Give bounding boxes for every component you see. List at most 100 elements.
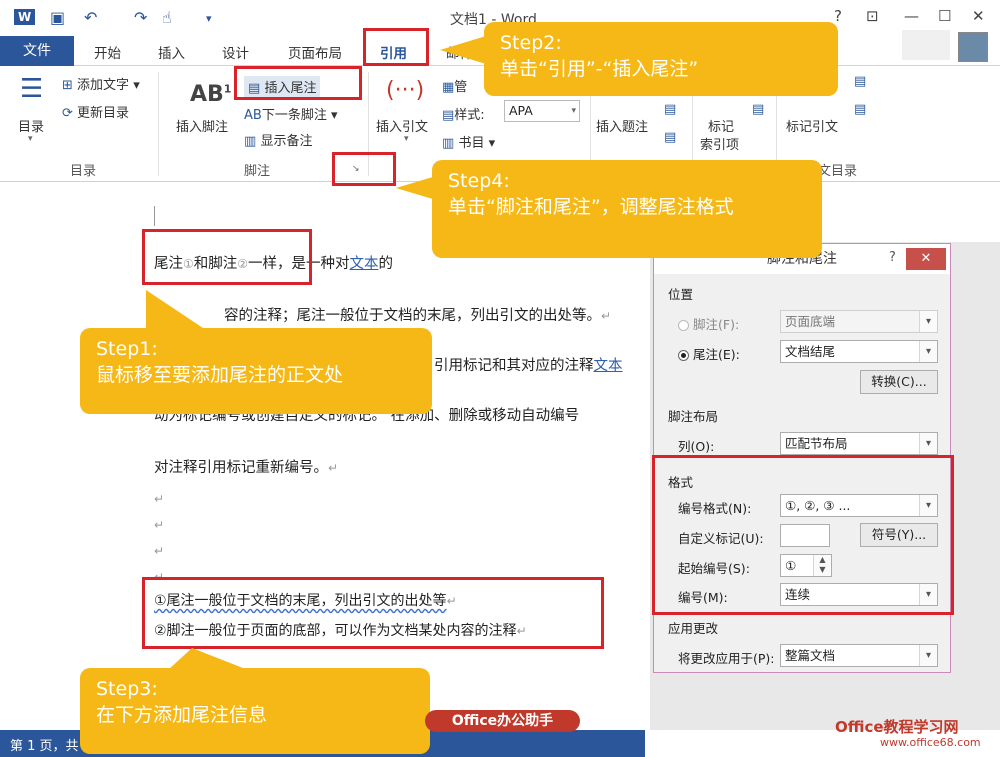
apply-to-label: 将更改应用于(P): — [678, 651, 775, 666]
mark-entry-label-1[interactable]: 标记 — [708, 116, 734, 135]
margin-corner — [154, 206, 155, 226]
group-label-toa: 文目录 — [818, 164, 858, 179]
watermark-site: Office教程学习网 — [835, 718, 959, 736]
toc-button[interactable]: 目录 — [18, 116, 44, 135]
highlight-cursor-position — [142, 229, 312, 285]
update-table-icon[interactable]: ▤ — [664, 102, 676, 117]
cross-reference-icon[interactable]: ▤ — [664, 130, 676, 145]
page-count[interactable]: 第 1 页，共 — [10, 735, 79, 754]
account-area[interactable] — [902, 30, 950, 60]
footnote-radio[interactable]: 脚注(F): — [678, 314, 739, 333]
footnote-location-value: 页面底端 — [785, 314, 836, 329]
tab-file[interactable]: 文件 — [0, 36, 74, 66]
callout-step4: Step4: 单击“脚注和尾注”，调整尾注格式 — [432, 160, 822, 258]
group-label-footnote: 脚注 — [244, 164, 271, 179]
callout-step2: Step2: 单击“引用”-“插入尾注” — [484, 22, 838, 96]
update-toc-button[interactable]: ⟳ 更新目录 — [62, 102, 129, 121]
minimize-button[interactable]: — — [904, 7, 919, 25]
chevron-down-icon: ▾ — [919, 645, 937, 666]
endnote-radio[interactable]: 尾注(E): — [678, 344, 740, 363]
show-notes-label: 显示备注 — [260, 134, 313, 149]
close-button[interactable]: ✕ — [972, 7, 985, 25]
apply-to-value: 整篇文档 — [785, 648, 836, 663]
insert-citation-button[interactable]: 插入引文 — [376, 116, 428, 135]
body-paragraph-2[interactable]: 容的注释；尾注一般位于文档的末尾，列出引文的出处等。↵ — [224, 304, 611, 325]
insert-toa-icon[interactable]: ▤ — [854, 74, 866, 89]
text-link[interactable]: 文本 — [594, 358, 623, 374]
endnote-location-select[interactable]: 文档结尾 ▾ — [780, 340, 938, 363]
radio-icon — [678, 350, 689, 361]
callout-tail — [396, 176, 436, 200]
tab-insert[interactable]: 插入 — [158, 42, 185, 62]
callout-text: 单击“脚注和尾注”，调整尾注格式 — [448, 196, 734, 218]
manage-sources-label: 管 — [454, 80, 468, 95]
group-label-toc: 目录 — [70, 164, 97, 179]
avatar[interactable] — [958, 32, 988, 62]
paragraph-mark: ↵ — [601, 309, 612, 323]
mark-entry-label-2[interactable]: 索引项 — [700, 134, 739, 153]
tab-design[interactable]: 设计 — [222, 42, 249, 62]
next-footnote-icon: AB — [244, 108, 262, 123]
empty-paragraph: ↵ — [154, 492, 165, 506]
dialog-close-button[interactable]: ✕ — [906, 248, 946, 270]
word-logo-icon: W — [14, 9, 36, 25]
highlight-references-tab — [363, 28, 429, 66]
help-button[interactable]: ? — [834, 7, 842, 25]
footnote-location-select: 页面底端 ▾ — [780, 310, 938, 333]
insert-caption-button[interactable]: 插入题注 — [596, 116, 648, 135]
highlight-dialog-launcher — [332, 152, 396, 186]
radio-icon — [678, 320, 689, 331]
watermark-url: www.office68.com — [880, 736, 981, 749]
watermark-badge: Office办公助手 — [425, 710, 580, 732]
undo-icon[interactable]: ↶ — [84, 8, 97, 27]
text-run: 的 — [378, 256, 394, 272]
redo-icon[interactable]: ↷ — [134, 8, 147, 27]
text-link[interactable]: 文本 — [350, 256, 379, 272]
endnote-radio-label: 尾注(E): — [693, 347, 740, 362]
callout-title: Step4: — [448, 170, 510, 192]
add-text-label: 添加文字 — [77, 78, 130, 93]
callout-tail — [168, 648, 248, 670]
touch-mode-icon[interactable]: ☝ — [162, 8, 172, 27]
ribbon-display-icon[interactable]: ⊡ — [866, 7, 879, 25]
next-footnote-label: 下一条脚注 — [261, 108, 327, 123]
bibliography-button[interactable]: ▥ 书目 ▾ — [442, 132, 495, 151]
mark-citation-button[interactable]: 标记引文 — [786, 116, 838, 135]
endnote-location-value: 文档结尾 — [785, 344, 836, 359]
highlight-format-section — [652, 455, 954, 615]
paragraph-mark: ↵ — [328, 461, 339, 475]
customize-qat-icon[interactable]: ▾ — [206, 12, 212, 25]
manage-sources-button[interactable]: ▦管 — [442, 76, 467, 95]
convert-button[interactable]: 转换(C)... — [860, 370, 938, 394]
section-apply-changes: 应用更改 — [668, 621, 719, 636]
show-notes-button[interactable]: ▥ 显示备注 — [244, 130, 312, 149]
columns-select[interactable]: 匹配节布局 ▾ — [780, 432, 938, 455]
text-run: 引用标记和其对应的注释 — [434, 358, 594, 374]
update-toa-icon[interactable]: ▤ — [854, 102, 866, 117]
body-paragraph-5[interactable]: 对注释引用标记重新编号。↵ — [154, 456, 338, 477]
ribbon-divider — [158, 72, 159, 176]
style-icon: ▤ — [442, 108, 455, 123]
update-icon: ⟳ — [62, 106, 73, 121]
tab-home[interactable]: 开始 — [94, 42, 121, 62]
bibliography-icon: ▥ — [442, 136, 455, 151]
update-index-icon[interactable]: ▤ — [752, 102, 764, 117]
insert-footnote-button[interactable]: 插入脚注 — [176, 116, 228, 135]
callout-step3: Step3: 在下方添加尾注信息 — [80, 668, 430, 754]
dialog-help-button[interactable]: ? — [889, 250, 896, 265]
empty-paragraph: ↵ — [154, 544, 165, 558]
apply-to-select[interactable]: 整篇文档 ▾ — [780, 644, 938, 667]
callout-title: Step1: — [96, 338, 158, 360]
add-text-button[interactable]: ⊞ 添加文字 ▾ — [62, 74, 140, 93]
maximize-button[interactable]: ☐ — [938, 7, 951, 25]
style-value: APA — [509, 103, 533, 118]
callout-text: 鼠标移至要添加尾注的正文处 — [96, 364, 344, 386]
section-position: 位置 — [668, 287, 694, 302]
body-paragraph-3[interactable]: 引用标记和其对应的注释文本 — [434, 354, 623, 375]
tab-layout[interactable]: 页面布局 — [288, 42, 342, 62]
style-label: ▤样式: — [442, 104, 485, 123]
text-run: 对注释引用标记重新编号。 — [154, 460, 328, 476]
next-footnote-button[interactable]: AB下一条脚注 ▾ — [244, 104, 338, 123]
save-icon[interactable]: ▣ — [50, 8, 65, 27]
style-dropdown[interactable]: APA ▾ — [504, 100, 580, 122]
